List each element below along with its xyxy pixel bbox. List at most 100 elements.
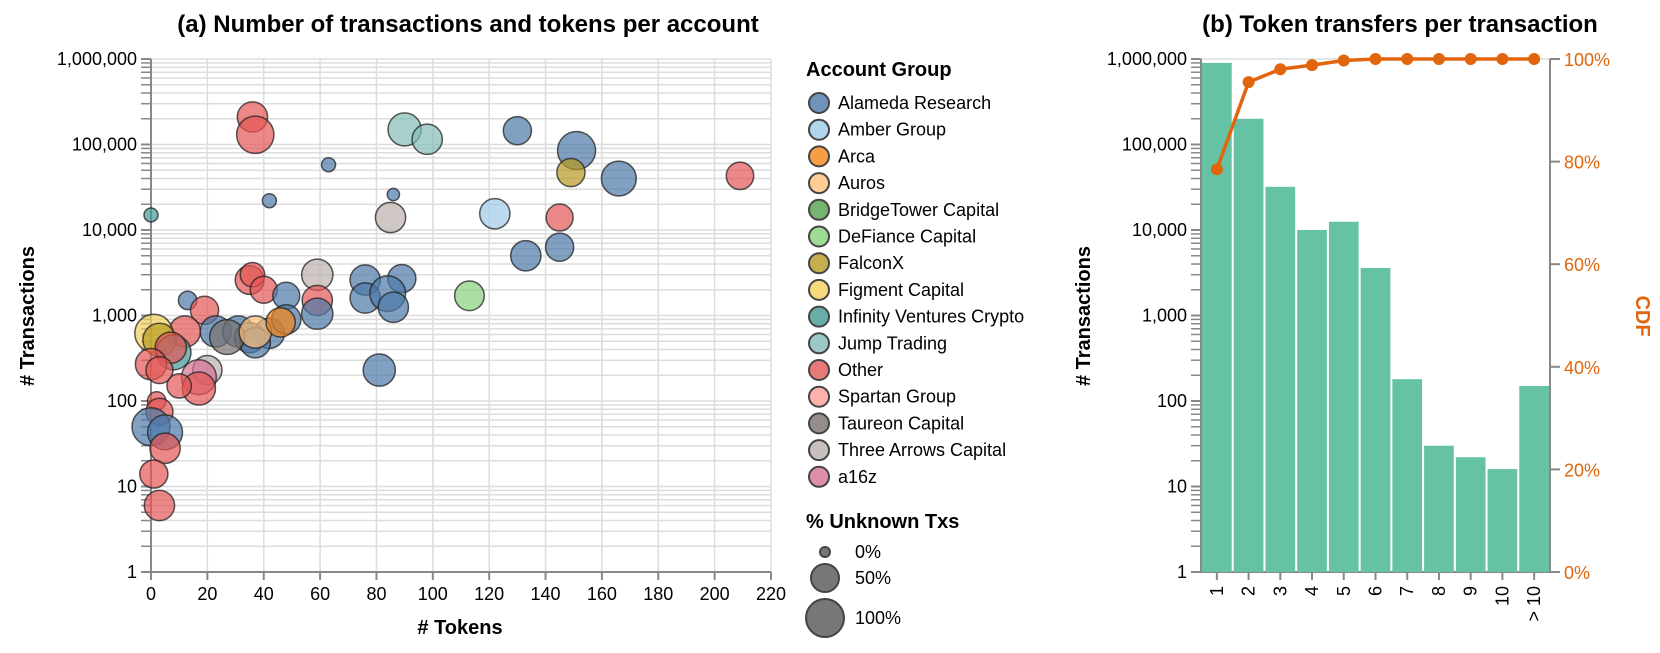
legend-swatch (808, 439, 830, 462)
y-tick-label: 1 (1177, 562, 1187, 582)
y-tick-label: 100 (107, 391, 137, 411)
scatter-point (143, 489, 176, 522)
cdf-point (1274, 63, 1287, 76)
x-tick-label: 20 (197, 584, 217, 604)
legend-swatch (808, 278, 830, 301)
cdf-point (1464, 53, 1477, 65)
legend-size-swatch (810, 563, 840, 593)
x-tick-label: 80 (366, 584, 386, 604)
legend-swatch (808, 118, 830, 141)
y-tick-label: 1 (127, 562, 137, 582)
scatter-x-axis-label: # Tokens (417, 617, 502, 639)
legend-swatch (808, 412, 830, 435)
x-tick-label: 40 (254, 584, 274, 604)
x-tick-label: 200 (700, 584, 730, 604)
scatter-point (320, 156, 337, 173)
bar (1233, 118, 1264, 572)
legend-size-swatch (819, 546, 831, 558)
x-tick-label: 220 (756, 584, 786, 604)
cdf-point (1306, 59, 1319, 72)
scatter-point (509, 239, 542, 272)
legend-swatch (808, 252, 830, 275)
bar-bars (1202, 62, 1549, 573)
scatter-point (362, 353, 397, 387)
cdf-point (1337, 54, 1350, 67)
legend-color-title: Account Group (806, 59, 952, 81)
y2-tick-label: 60% (1564, 255, 1600, 275)
scatter-point (544, 232, 575, 262)
y-tick-label: 1,000,000 (57, 49, 137, 69)
x-tick-label: 100 (418, 584, 448, 604)
x-tick-label: 8 (1429, 586, 1449, 596)
y-tick-label: 100,000 (1122, 135, 1187, 155)
legend-swatch (808, 225, 830, 248)
legend-size-label: 0% (855, 542, 881, 562)
legend-label: Figment Capital (838, 280, 964, 300)
scatter-point (235, 115, 275, 155)
legend-swatch (808, 465, 830, 488)
bar-chart: (b) Token transfers per transaction 1 10 1… (1073, 11, 1653, 622)
y2-tick-label: 0% (1564, 563, 1590, 583)
y-tick-label: 100,000 (72, 135, 137, 155)
legend-label: Arca (838, 146, 876, 166)
scatter-point (600, 160, 637, 197)
legend-swatch (808, 172, 830, 195)
bar (1360, 267, 1391, 572)
scatter-point (149, 432, 181, 465)
legend-swatch (808, 332, 830, 355)
cdf-point (1210, 163, 1223, 176)
legend-label: Jump Trading (838, 333, 947, 353)
scatter-point (374, 201, 407, 234)
scatter-chart: (a) Number of transactions and tokens pe… (17, 11, 786, 639)
cdf-point (1242, 76, 1255, 89)
bar (1424, 445, 1454, 572)
scatter-point (377, 291, 410, 324)
cdf-point (1496, 53, 1509, 65)
legend-label: Taureon Capital (838, 413, 964, 433)
cdf-point (1401, 53, 1414, 65)
y-tick-label: 1,000 (92, 306, 137, 326)
legend-label: Amber Group (838, 120, 946, 140)
cdf-polyline (1215, 57, 1535, 170)
legend-swatch (808, 305, 830, 328)
x-tick-label: > 10 (1524, 586, 1544, 622)
legend-size-label: 50% (855, 568, 891, 588)
cdf-point (1369, 53, 1382, 65)
legend-color-items: Alameda Research Amber Group Arca Auros Brid… (808, 92, 1024, 488)
legend-size-items: 0% 50% 100% (805, 542, 901, 638)
x-tick-label: 120 (474, 584, 504, 604)
x-tick-label: 3 (1270, 586, 1290, 596)
x-tick-label: 140 (531, 584, 561, 604)
scatter-point (386, 187, 401, 202)
legend-size-label: 100% (855, 608, 901, 628)
bar-y-axis-label: # Transactions (1073, 246, 1095, 386)
x-tick-label: 4 (1302, 586, 1322, 596)
legend-swatch (808, 385, 830, 408)
x-tick-label: 10 (1492, 586, 1512, 606)
legend-swatch (808, 145, 830, 168)
x-tick-label: 160 (587, 584, 617, 604)
y2-tick-label: 20% (1564, 460, 1600, 480)
x-tick-label: 0 (146, 584, 156, 604)
x-tick-label: 1 (1207, 586, 1227, 596)
bar (1328, 221, 1359, 573)
legend-label: a16z (838, 467, 877, 487)
legend-label: DeFiance Capital (838, 227, 976, 247)
legend-label: FalconX (838, 253, 904, 273)
y2-tick-label: 40% (1564, 358, 1600, 378)
legend-label: Infinity Ventures Crypto (838, 307, 1024, 327)
x-tick-label: 9 (1461, 586, 1481, 596)
legend-label: Auros (838, 173, 885, 193)
legend-size-swatch (805, 598, 845, 638)
legend-size-title: % Unknown Txs (806, 511, 959, 533)
y-tick-label: 10,000 (82, 220, 137, 240)
y-tick-label: 1,000,000 (1107, 49, 1187, 69)
scatter-point (265, 307, 296, 338)
y-tick-label: 10 (117, 477, 137, 497)
bar (1487, 469, 1518, 572)
scatter-point (545, 203, 574, 232)
y-tick-label: 1,000 (1142, 306, 1187, 326)
legend-label: BridgeTower Capital (838, 200, 999, 220)
x-tick-label: 2 (1239, 586, 1259, 596)
legend-swatch (808, 92, 830, 114)
